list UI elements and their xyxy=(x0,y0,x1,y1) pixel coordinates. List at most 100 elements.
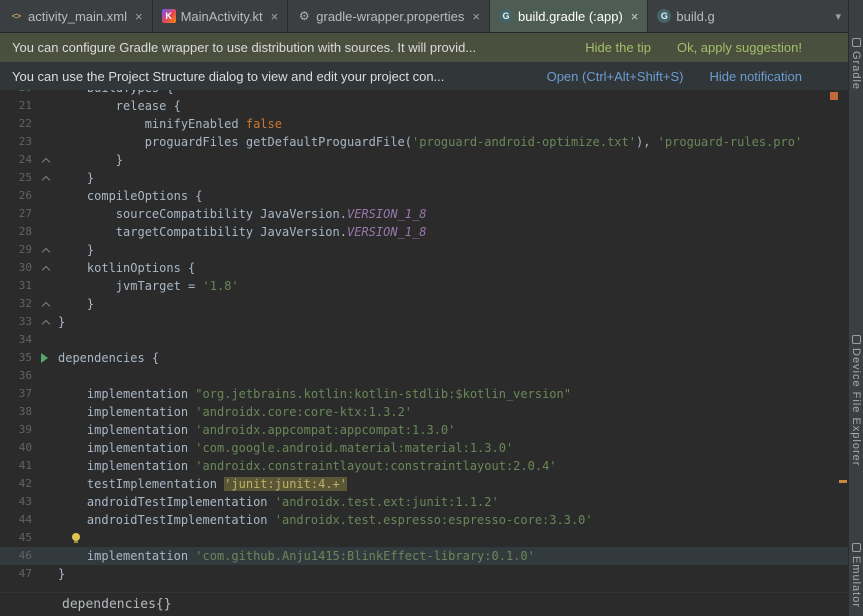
code-line-43[interactable]: 43 androidTestImplementation 'androidx.t… xyxy=(0,493,848,511)
editor-column: <>activity_main.xml×KMainActivity.kt×⚙gr… xyxy=(0,0,848,616)
code-line-21[interactable]: 21 release { xyxy=(0,97,848,115)
tab-close-icon[interactable]: × xyxy=(472,10,480,23)
error-stripe-mark-icon[interactable] xyxy=(830,92,838,100)
code-text: testImplementation 'junit:junit:4.+' xyxy=(58,475,848,493)
code-line-27[interactable]: 27 sourceCompatibility JavaVersion.VERSI… xyxy=(0,205,848,223)
code-line-24[interactable]: 24 } xyxy=(0,151,848,169)
code-line-23[interactable]: 23 proguardFiles getDefaultProguardFile(… xyxy=(0,133,848,151)
code-line-31[interactable]: 31 jvmTarget = '1.8' xyxy=(0,277,848,295)
gradle-file-icon: G xyxy=(657,9,671,23)
notification-banner-info: You can use the Project Structure dialog… xyxy=(0,62,848,90)
code-token: 'androidx.test.espresso:espresso-core:3.… xyxy=(275,513,593,527)
tab-list-chevron-down-icon[interactable]: ▾ xyxy=(828,0,848,32)
gutter: 20 xyxy=(0,90,58,97)
code-line-28[interactable]: 28 targetCompatibility JavaVersion.VERSI… xyxy=(0,223,848,241)
line-number: 34 xyxy=(0,331,34,349)
code-line-36[interactable]: 36 xyxy=(0,367,848,385)
code-line-47[interactable]: 47} xyxy=(0,565,848,583)
gutter-slot xyxy=(34,223,58,241)
banner-message: You can use the Project Structure dialog… xyxy=(12,69,444,84)
gutter: 35 xyxy=(0,349,58,367)
xml-file-icon: <> xyxy=(9,9,23,23)
banner-action-link[interactable]: Hide notification xyxy=(710,69,803,84)
notification-banner-suggestion: You can configure Gradle wrapper to use … xyxy=(0,33,848,62)
code-text: targetCompatibility JavaVersion.VERSION_… xyxy=(58,223,848,241)
code-line-34[interactable]: 34 xyxy=(0,331,848,349)
code-text: implementation 'com.google.android.mater… xyxy=(58,439,848,457)
code-token: implementation xyxy=(58,459,195,473)
gutter-slot xyxy=(34,403,58,421)
line-number: 31 xyxy=(0,277,34,295)
gutter: 37 xyxy=(0,385,58,403)
line-number: 43 xyxy=(0,493,34,511)
line-number: 35 xyxy=(0,349,34,367)
editor-tab-bar: <>activity_main.xml×KMainActivity.kt×⚙gr… xyxy=(0,0,848,33)
code-token: 'proguard-android-optimize.txt' xyxy=(412,135,636,149)
code-line-37[interactable]: 37 implementation "org.jetbrains.kotlin:… xyxy=(0,385,848,403)
code-text: minifyEnabled false xyxy=(58,115,848,133)
gutter: 31 xyxy=(0,277,58,295)
tab-close-icon[interactable]: × xyxy=(271,10,279,23)
fold-marker-icon[interactable] xyxy=(34,241,58,259)
code-token: androidTestImplementation xyxy=(58,513,275,527)
code-line-25[interactable]: 25 } xyxy=(0,169,848,187)
code-line-40[interactable]: 40 implementation 'com.google.android.ma… xyxy=(0,439,848,457)
code-text: release { xyxy=(58,97,848,115)
editor-tab-mainactivity-kt[interactable]: KMainActivity.kt× xyxy=(153,0,289,32)
line-number: 26 xyxy=(0,187,34,205)
intention-bulb-icon[interactable] xyxy=(72,533,80,541)
fold-marker-icon[interactable] xyxy=(34,169,58,187)
code-token: implementation xyxy=(58,405,195,419)
tool-window-button-emulator[interactable]: Emulator xyxy=(850,543,862,608)
tool-window-button-gradle[interactable]: Gradle xyxy=(850,38,862,90)
breadcrumb-item[interactable]: dependencies{} xyxy=(62,597,172,612)
fold-marker-icon[interactable] xyxy=(34,313,58,331)
code-line-38[interactable]: 38 implementation 'androidx.core:core-kt… xyxy=(0,403,848,421)
banner-action-link[interactable]: Ok, apply suggestion! xyxy=(677,40,802,55)
code-line-46[interactable]: 46 implementation 'com.github.Anju1415:B… xyxy=(0,547,848,565)
fold-marker-icon[interactable] xyxy=(34,151,58,169)
code-line-33[interactable]: 33} xyxy=(0,313,848,331)
code-text: dependencies { xyxy=(58,349,848,367)
editor-tab-build-g[interactable]: Gbuild.g xyxy=(648,0,828,32)
gutter: 28 xyxy=(0,223,58,241)
editor-tab-gradle-wrapper-properties[interactable]: ⚙gradle-wrapper.properties× xyxy=(288,0,490,32)
code-editor[interactable]: 20 buildTypes {21 release {22 minifyEnab… xyxy=(0,90,848,592)
code-line-44[interactable]: 44 androidTestImplementation 'androidx.t… xyxy=(0,511,848,529)
editor-tab-build-gradle-app-[interactable]: Gbuild.gradle (:app)× xyxy=(490,0,648,32)
code-line-26[interactable]: 26 compileOptions { xyxy=(0,187,848,205)
code-text: implementation 'com.github.Anju1415:Blin… xyxy=(58,547,848,565)
code-text xyxy=(58,529,848,547)
banner-action-link[interactable]: Open (Ctrl+Alt+Shift+S) xyxy=(547,69,684,84)
banner-action-link[interactable]: Hide the tip xyxy=(585,40,651,55)
code-token: } xyxy=(58,171,94,185)
line-number: 42 xyxy=(0,475,34,493)
code-line-42[interactable]: 42 testImplementation 'junit:junit:4.+' xyxy=(0,475,848,493)
code-token: } xyxy=(58,243,94,257)
code-line-22[interactable]: 22 minifyEnabled false xyxy=(0,115,848,133)
code-line-29[interactable]: 29 } xyxy=(0,241,848,259)
gutter: 43 xyxy=(0,493,58,511)
code-line-41[interactable]: 41 implementation 'androidx.constraintla… xyxy=(0,457,848,475)
code-line-32[interactable]: 32 } xyxy=(0,295,848,313)
fold-marker-icon[interactable] xyxy=(34,259,58,277)
fold-marker-icon[interactable] xyxy=(34,295,58,313)
editor-tab-activity-main-xml[interactable]: <>activity_main.xml× xyxy=(0,0,153,32)
code-line-35[interactable]: 35 dependencies { xyxy=(0,349,848,367)
code-line-39[interactable]: 39 implementation 'androidx.appcompat:ap… xyxy=(0,421,848,439)
code-line-45[interactable]: 45 xyxy=(0,529,848,547)
warning-stripe-mark-icon[interactable] xyxy=(839,480,847,483)
tab-close-icon[interactable]: × xyxy=(631,10,639,23)
code-line-30[interactable]: 30 kotlinOptions { xyxy=(0,259,848,277)
gutter: 32 xyxy=(0,295,58,313)
line-number: 45 xyxy=(0,529,34,547)
gutter-slot xyxy=(34,367,58,385)
code-text: sourceCompatibility JavaVersion.VERSION_… xyxy=(58,205,848,223)
code-token: "org.jetbrains.kotlin:kotlin-stdlib:$kot… xyxy=(195,387,571,401)
code-text: } xyxy=(58,295,848,313)
tab-close-icon[interactable]: × xyxy=(135,10,143,23)
tool-window-button-device-file-explorer[interactable]: Device File Explorer xyxy=(850,335,862,466)
run-gutter-icon[interactable] xyxy=(34,349,58,367)
code-line-20[interactable]: 20 buildTypes { xyxy=(0,90,848,97)
device-file-explorer-icon xyxy=(852,335,861,344)
